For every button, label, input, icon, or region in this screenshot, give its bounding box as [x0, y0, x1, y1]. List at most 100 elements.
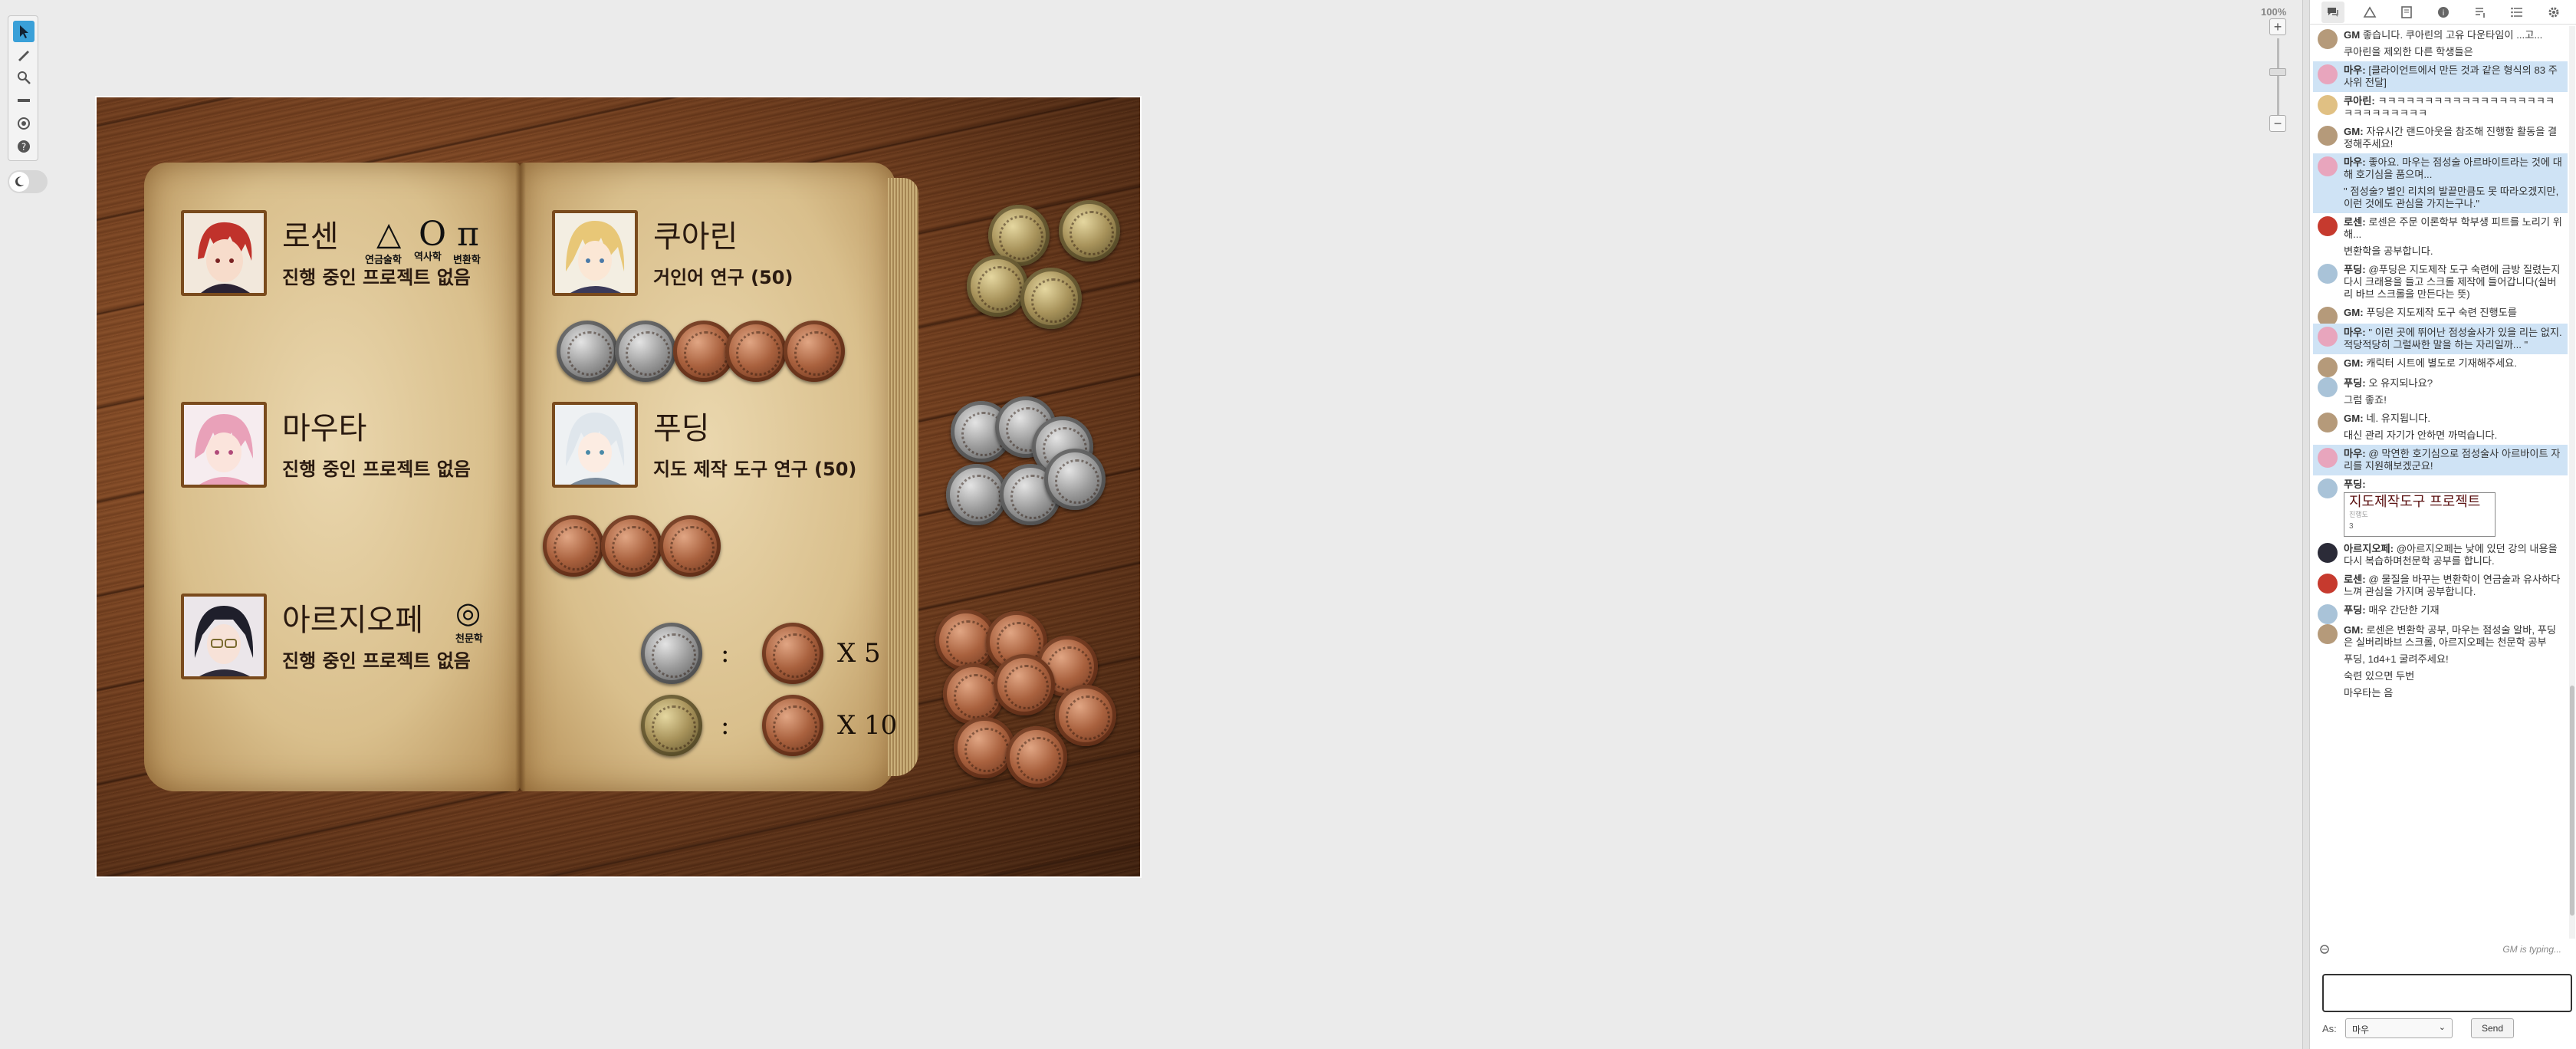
zoom-track[interactable]	[2277, 38, 2279, 115]
skill-caption: 역사학	[414, 252, 442, 263]
rate-separator: :	[721, 710, 730, 741]
zoom-slider[interactable]: + −	[2268, 18, 2288, 133]
message-text: 좋아요. 마우는 점성술 아르바이트라는 것에 대해 호기심을 품으며...	[2344, 156, 2562, 180]
zoom-thumb[interactable]	[2269, 68, 2286, 76]
character-name: 로센	[282, 219, 339, 255]
measure-tool-icon[interactable]	[13, 90, 34, 111]
speaking-as-label: As:	[2322, 1023, 2337, 1034]
message-continuation: 숙련 있으면 두번	[2344, 670, 2415, 682]
tabletop-map[interactable]: 로센 △ O π 연금술학 역사학 변환학 진행 중인 프로젝트 없음 마우타 …	[95, 96, 1142, 878]
chat-message: 아르지오페: @아르지오페는 낮에 있던 강의 내용을 다시 복습하며천문학 공…	[2313, 540, 2568, 571]
copper-coin[interactable]	[1055, 685, 1116, 746]
rate-separator: :	[721, 638, 730, 669]
chat-scroll-thumb[interactable]	[2570, 686, 2574, 916]
message-text: [클라이언트에서 만든 것과 같은 형식의 83 주사위 전달]	[2344, 64, 2558, 88]
avatar	[2318, 264, 2338, 284]
chat-message: 쿠아린: ㅋㅋㅋㅋㅋㅋㅋㅋㅋㅋㅋㅋㅋㅋㅋㅋㅋㅋㅋㅋㅋㅋㅋㅋㅋㅋㅋㅋ	[2313, 92, 2568, 123]
art-library-tab-icon[interactable]	[2358, 2, 2381, 23]
compendium-tab-icon[interactable]: i	[2432, 2, 2455, 23]
message-text: 푸딩은 지도제작 도구 숙련 진행도를	[2366, 307, 2517, 318]
moon-icon	[9, 172, 29, 192]
silver-coin[interactable]	[946, 464, 1007, 525]
character-status: 지도 제작 도구 연구 (50)	[653, 459, 857, 480]
message-author: GM:	[2344, 126, 2364, 137]
chat-message: 마우: @ 막연한 호기심으로 점성술사 아르바이트 자리를 지원해보겠군요!	[2313, 445, 2568, 475]
copper-coin[interactable]	[954, 717, 1015, 778]
avatar	[2318, 216, 2338, 236]
silver-coin	[557, 321, 618, 382]
message-author: 로센:	[2344, 216, 2366, 228]
message-text: " 이런 곳에 뛰어난 점성술사가 있을 리는 없지. 적당적당히 그럴싸한 말…	[2344, 327, 2562, 350]
settings-tab-icon[interactable]	[2542, 2, 2565, 23]
avatar	[2318, 95, 2338, 115]
character-status: 거인어 연구 (50)	[653, 267, 794, 288]
chat-scrollbar[interactable]	[2569, 26, 2575, 939]
message-author: 푸딩:	[2344, 264, 2366, 275]
silver-coin	[641, 623, 702, 684]
collections-tab-icon[interactable]	[2505, 2, 2528, 23]
copper-coin	[762, 695, 823, 756]
copper-coin[interactable]	[994, 654, 1055, 715]
message-author: GM:	[2344, 413, 2364, 424]
message-continuation: 쿠아린을 제외한 다른 학생들은	[2344, 46, 2473, 58]
help-tool-icon[interactable]: ?	[13, 136, 34, 157]
draw-tool-icon[interactable]	[13, 44, 34, 65]
rate-multiplier: X 10	[837, 710, 898, 741]
sidebar: i GM 좋습니다. 쿠아린의 고유 다운타임이 ...고... 쿠아린을 제외한…	[2309, 0, 2576, 1049]
gold-coin[interactable]	[1059, 200, 1120, 261]
speaking-as-select[interactable]: 마우 ⌄	[2345, 1018, 2453, 1038]
zoom-tool-icon[interactable]	[13, 67, 34, 88]
silver-coin[interactable]	[1044, 449, 1106, 510]
copper-coin	[659, 515, 721, 577]
zoom-out-button[interactable]: −	[2269, 115, 2286, 132]
gold-coin[interactable]	[967, 255, 1028, 317]
rate-multiplier: X 5	[837, 638, 881, 669]
avatar	[2318, 543, 2338, 563]
avatar	[2318, 29, 2338, 49]
message-author: 아르지오페:	[2344, 543, 2394, 554]
mauta-portrait	[181, 402, 267, 488]
svg-text:i: i	[2443, 9, 2445, 18]
book-spine	[515, 163, 526, 791]
zoom-in-button[interactable]: +	[2269, 18, 2286, 35]
chat-input[interactable]	[2322, 974, 2572, 1012]
message-author: GM:	[2344, 307, 2364, 318]
fog-tool-icon[interactable]	[13, 113, 34, 134]
quarin-portrait	[552, 210, 638, 296]
chat-message: GM: 캐릭터 시트에 별도로 기재해주세요.	[2313, 354, 2568, 377]
typing-indicator: GM is typing...	[2310, 942, 2568, 959]
chat-tab-icon[interactable]	[2321, 1, 2344, 23]
message-continuation: 마우타는 음	[2344, 687, 2394, 699]
character-name: 마우타	[282, 411, 367, 446]
message-continuation: " 점성술? 별인 리치의 발끝만큼도 못 따라오겠지만, 이런 것에도 관심을…	[2344, 186, 2559, 209]
avatar	[2318, 377, 2338, 397]
silver-coin	[615, 321, 676, 382]
character-status: 진행 중인 프로젝트 없음	[282, 650, 471, 672]
night-mode-toggle[interactable]	[8, 170, 48, 193]
chat-message: 마우: [클라이언트에서 만든 것과 같은 형식의 83 주사위 전달]	[2313, 61, 2568, 92]
chat-message: 푸딩: @푸딩은 지도제작 도구 숙련에 금방 질렸는지 다시 크래용을 들고 …	[2313, 261, 2568, 304]
speaking-as-row: As: 마우 ⌄ Send	[2310, 1017, 2576, 1040]
select-tool-icon[interactable]	[13, 21, 34, 42]
copper-coin[interactable]	[1006, 726, 1067, 788]
message-text: 매우 간단한 기재	[2368, 604, 2440, 616]
character-name: 아르지오페	[282, 603, 423, 638]
message-author: 쿠아린:	[2344, 95, 2375, 107]
gold-coin[interactable]	[1020, 268, 1082, 329]
character-name: 쿠아린	[653, 219, 738, 255]
jukebox-tab-icon[interactable]	[2469, 2, 2492, 23]
message-author: 푸딩:	[2344, 604, 2366, 616]
history-icon: O	[419, 215, 447, 254]
typing-text: GM is typing...	[2502, 944, 2561, 955]
chat-log[interactable]: GM 좋습니다. 쿠아린의 고유 다운타임이 ...고... 쿠아린을 제외한 다…	[2313, 26, 2568, 939]
character-name: 푸딩	[653, 411, 710, 446]
avatar	[2318, 126, 2338, 146]
sidebar-resize-handle[interactable]	[2302, 0, 2309, 1049]
search-icon[interactable]	[2319, 944, 2331, 956]
journal-tab-icon[interactable]	[2395, 2, 2418, 23]
send-button[interactable]: Send	[2471, 1018, 2514, 1038]
message-continuation: 푸딩, 1d4+1 굴려주세요!	[2344, 653, 2449, 665]
card-title: 지도제작도구 프로젝트	[2349, 494, 2481, 510]
avatar	[2318, 156, 2338, 176]
astronomy-icon: ◎	[455, 596, 481, 630]
